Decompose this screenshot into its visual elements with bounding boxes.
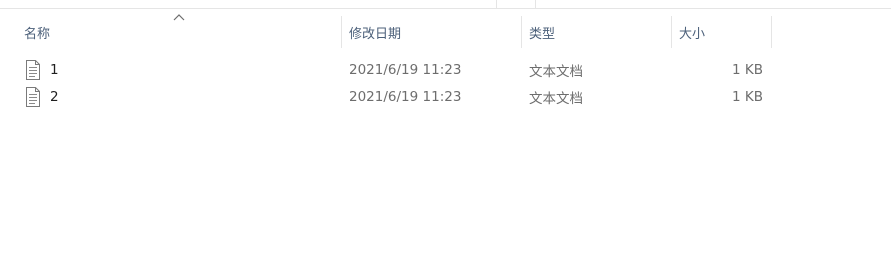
column-header-size-label: 大小: [679, 26, 706, 42]
file-row[interactable]: 2 2021/6/19 11:23 文本文档 1 KB: [0, 83, 891, 110]
file-name-cell[interactable]: 2: [24, 83, 334, 110]
file-modified: 2021/6/19 11:23: [349, 88, 462, 105]
column-header-type[interactable]: 类型: [521, 16, 671, 48]
file-size: 1 KB: [732, 61, 763, 78]
file-explorer-content: 名称 修改日期 类型 大小 1 2021/6/19 11:23 文本文档 1 K…: [0, 0, 891, 271]
column-header-name-label: 名称: [24, 26, 51, 42]
column-header-size[interactable]: 大小: [671, 16, 771, 48]
file-size: 1 KB: [732, 88, 763, 105]
file-type: 文本文档: [529, 90, 583, 107]
column-header-date[interactable]: 修改日期: [341, 16, 521, 48]
text-document-icon: [26, 59, 40, 80]
file-name: 1: [50, 61, 59, 78]
column-header-type-label: 类型: [529, 26, 556, 42]
column-header-name[interactable]: 名称: [16, 16, 341, 48]
file-row[interactable]: 1 2021/6/19 11:23 文本文档 1 KB: [0, 56, 891, 83]
search-box-edge[interactable]: [535, 0, 536, 8]
file-list: 1 2021/6/19 11:23 文本文档 1 KB 2 2021/6/19 …: [0, 56, 891, 110]
column-header-bar: 名称 修改日期 类型 大小: [0, 16, 891, 48]
toolbar-divider: [496, 0, 497, 8]
file-type: 文本文档: [529, 63, 583, 80]
toolbar-edge: [0, 0, 891, 9]
file-modified: 2021/6/19 11:23: [349, 61, 462, 78]
column-divider[interactable]: [771, 16, 772, 48]
file-name: 2: [50, 88, 59, 105]
column-header-date-label: 修改日期: [349, 26, 402, 42]
file-name-cell[interactable]: 1: [24, 56, 334, 83]
text-document-icon: [26, 86, 40, 107]
